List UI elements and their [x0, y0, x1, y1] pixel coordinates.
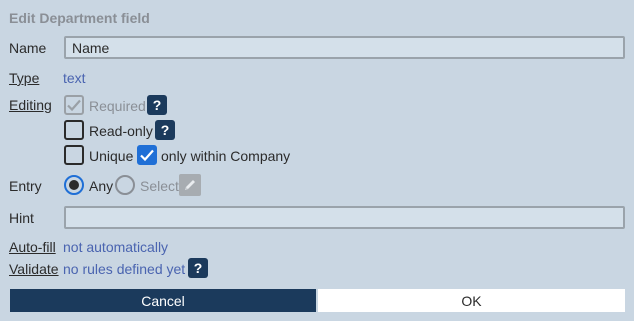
editing-label[interactable]: Editing [9, 97, 52, 113]
entry-select-radio[interactable] [115, 175, 135, 195]
help-icon[interactable]: ? [147, 95, 167, 115]
within-company-label: only within Company [161, 148, 291, 164]
type-label[interactable]: Type [9, 70, 39, 86]
hint-label: Hint [9, 210, 34, 226]
help-icon[interactable]: ? [155, 120, 175, 140]
unique-label: Unique [89, 148, 134, 164]
type-value: text [63, 70, 86, 86]
name-label: Name [9, 40, 47, 56]
unique-checkbox[interactable] [64, 145, 84, 165]
autofill-value[interactable]: not automatically [63, 239, 168, 255]
required-label: Required [89, 98, 146, 114]
entry-select-label: Select [140, 178, 179, 194]
required-checkbox[interactable] [64, 95, 84, 115]
ok-button[interactable]: OK [318, 289, 625, 312]
cancel-button[interactable]: Cancel [10, 289, 316, 312]
entry-label: Entry [9, 178, 42, 194]
within-company-checkbox[interactable] [137, 145, 157, 165]
check-icon [67, 99, 81, 112]
validate-value[interactable]: no rules defined yet [63, 261, 185, 277]
autofill-label[interactable]: Auto-fill [9, 239, 56, 255]
check-icon [140, 149, 154, 162]
readonly-label: Read-only [89, 123, 153, 139]
pencil-glyph-icon [185, 180, 195, 190]
entry-any-label: Any [89, 178, 114, 194]
dialog-title: Edit Department field [9, 10, 150, 26]
pencil-icon[interactable] [179, 174, 201, 196]
hint-input[interactable] [64, 206, 625, 229]
radio-icon [69, 180, 79, 190]
entry-any-radio[interactable] [64, 175, 84, 195]
name-input[interactable] [64, 36, 625, 59]
help-icon[interactable]: ? [188, 258, 208, 278]
validate-label[interactable]: Validate [9, 261, 59, 277]
readonly-checkbox[interactable] [64, 120, 84, 140]
